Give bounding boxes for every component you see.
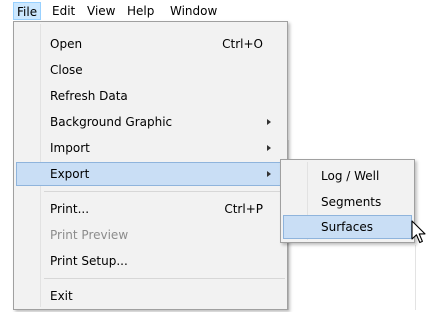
menu-item-label: Open	[50, 37, 83, 51]
menu-separator	[44, 278, 285, 279]
menu-window[interactable]: Window	[170, 3, 217, 20]
menu-item-label: Surfaces	[321, 220, 373, 234]
export-submenu: Log / Well Segments Surfaces	[280, 159, 415, 243]
menu-item-close[interactable]: Close	[16, 58, 285, 82]
menu-item-label: Print Setup...	[50, 254, 128, 268]
shortcut-label: Ctrl+P	[224, 202, 263, 216]
file-menu-dropdown: Open Ctrl+O Close Refresh Data Backgroun…	[13, 21, 288, 310]
menu-item-label: Print...	[50, 202, 90, 216]
menu-item-label: Segments	[321, 195, 382, 209]
menu-item-refresh-data[interactable]: Refresh Data	[16, 84, 285, 108]
submenu-arrow-icon	[267, 119, 271, 125]
menu-item-background-graphic[interactable]: Background Graphic	[16, 110, 285, 134]
submenu-item-log-well[interactable]: Log / Well	[283, 164, 412, 188]
submenu-item-segments[interactable]: Segments	[283, 190, 412, 214]
menu-item-label: Close	[50, 63, 83, 77]
menu-item-print[interactable]: Print... Ctrl+P	[16, 197, 285, 221]
menu-edit[interactable]: Edit	[52, 3, 75, 20]
menu-help[interactable]: Help	[127, 3, 154, 20]
mouse-pointer-icon	[411, 220, 426, 244]
background-window-edge	[415, 245, 416, 310]
menu-item-print-setup[interactable]: Print Setup...	[16, 249, 285, 273]
menu-bar: File Edit View Help Window	[0, 0, 441, 23]
menu-item-label: Log / Well	[321, 169, 380, 183]
menu-item-label: Background Graphic	[50, 115, 173, 129]
menu-item-exit[interactable]: Exit	[16, 284, 285, 308]
menu-file[interactable]: File	[13, 2, 42, 20]
menu-item-print-preview: Print Preview	[16, 223, 285, 247]
menu-item-label: Exit	[50, 289, 73, 303]
menu-item-open[interactable]: Open Ctrl+O	[16, 32, 285, 56]
submenu-item-surfaces[interactable]: Surfaces	[283, 215, 412, 239]
menu-item-label: Refresh Data	[50, 89, 128, 103]
menu-item-label: Export	[50, 167, 90, 181]
submenu-arrow-icon	[267, 145, 271, 151]
submenu-arrow-icon	[267, 171, 271, 177]
shortcut-label: Ctrl+O	[222, 37, 263, 51]
menu-item-export[interactable]: Export	[16, 162, 285, 186]
menu-separator	[44, 191, 285, 192]
menu-item-import[interactable]: Import	[16, 136, 285, 160]
menu-item-label: Import	[50, 141, 90, 155]
menu-item-label: Print Preview	[50, 228, 129, 242]
menu-view[interactable]: View	[87, 3, 115, 20]
